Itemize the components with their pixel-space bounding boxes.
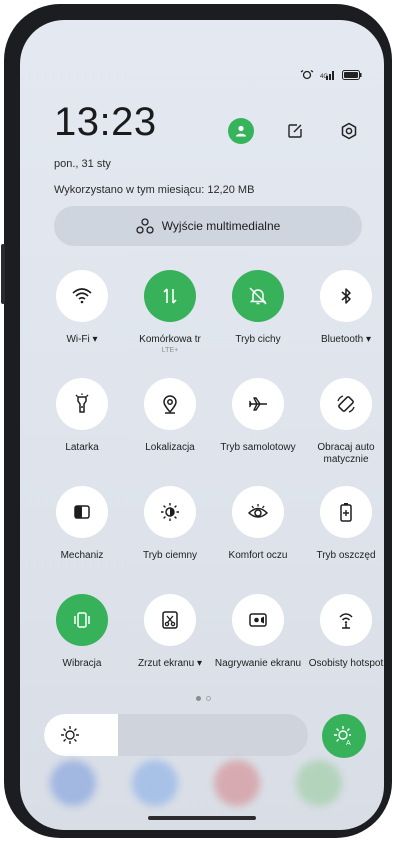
- rotate-icon: [337, 395, 355, 413]
- volume-button: [1, 244, 5, 304]
- tile-toggle[interactable]: [232, 270, 284, 322]
- settings-icon: [341, 122, 357, 140]
- tile-label: Komfort oczu: [228, 550, 288, 561]
- clock: 13:23: [54, 100, 157, 144]
- auto-brightness-button[interactable]: A: [322, 714, 366, 758]
- tile-label: Osobisty hotspot: [308, 658, 384, 669]
- tile-label: Obracaj auto matycznie: [317, 442, 375, 465]
- tile-toggle[interactable]: [232, 486, 284, 538]
- tile-battery-saver[interactable]: Tryb oszczęd: [302, 486, 384, 562]
- brightness-icon: [61, 726, 79, 744]
- flashlight-icon: [75, 393, 89, 413]
- bell-off-icon: [249, 287, 267, 305]
- bluetooth-icon: [341, 288, 351, 304]
- tile-toggle[interactable]: [56, 594, 108, 646]
- tile-toggle[interactable]: [56, 270, 108, 322]
- eye-icon: [247, 504, 269, 518]
- tile-toggle[interactable]: [320, 486, 372, 538]
- tile-label: Zrzut ekranu ▾: [138, 658, 202, 669]
- status-bar: 4G: [300, 70, 362, 80]
- control-center: 4G 13:23 pon., 31 sty Wykorzystano w tym…: [20, 20, 384, 830]
- tile-mobile-data[interactable]: Komórkowa tr LTE+: [126, 270, 214, 354]
- page-indicator: [196, 696, 211, 701]
- tile-label: Latarka: [65, 442, 99, 453]
- location-icon: [163, 395, 177, 414]
- blurred-background: [50, 760, 350, 806]
- date-label: pon., 31 sty: [54, 158, 111, 170]
- tile-screenshot[interactable]: Zrzut ekranu ▾: [126, 594, 214, 670]
- media-output-label: Wyjście multimedialne: [161, 219, 281, 233]
- tile-label: Tryb oszczęd: [316, 550, 376, 561]
- tile-toggle[interactable]: [320, 378, 372, 430]
- tile-label: Komórkowa tr: [139, 334, 201, 345]
- hotspot-icon: [339, 613, 353, 629]
- user-button[interactable]: [228, 118, 254, 144]
- battery-icon: [342, 70, 362, 80]
- tile-flashlight[interactable]: Latarka: [38, 378, 126, 454]
- tile-label: Tryb cichy: [235, 334, 281, 345]
- tile-toggle[interactable]: [232, 594, 284, 646]
- settings-button[interactable]: [336, 118, 362, 144]
- tile-label: Nagrywanie ekranu: [214, 658, 302, 669]
- tile-bluetooth[interactable]: Bluetooth ▾: [302, 270, 384, 346]
- tile-vibrate[interactable]: Wibracja: [38, 594, 126, 670]
- tile-toggle[interactable]: [56, 378, 108, 430]
- tile-label: Tryb samolotowy: [220, 442, 296, 453]
- vibrate-icon: [74, 612, 90, 628]
- tile-contrast[interactable]: Mechaniz: [38, 486, 126, 562]
- tile-wifi[interactable]: Wi-Fi ▾: [38, 270, 126, 346]
- tile-toggle[interactable]: [320, 270, 372, 322]
- tile-label: Tryb ciemny: [142, 550, 198, 561]
- home-indicator[interactable]: [148, 816, 256, 820]
- tile-label: Mechaniz: [60, 550, 104, 561]
- tile-label: Bluetooth ▾: [320, 334, 372, 345]
- phone-frame: 4G 13:23 pon., 31 sty Wykorzystano w tym…: [1, 4, 392, 838]
- tile-rotate[interactable]: Obracaj auto matycznie: [302, 378, 384, 466]
- tile-toggle[interactable]: [144, 270, 196, 322]
- tile-dark-mode[interactable]: Tryb ciemny: [126, 486, 214, 562]
- contrast-icon: [74, 505, 90, 519]
- edit-icon: [288, 124, 302, 138]
- battery-saver-icon: [340, 503, 352, 522]
- wifi-icon: [72, 288, 92, 304]
- tile-screen-record[interactable]: Nagrywanie ekranu: [214, 594, 302, 670]
- user-icon: [236, 125, 246, 137]
- alarm-icon: [300, 70, 314, 80]
- tile-toggle[interactable]: [56, 486, 108, 538]
- tile-toggle[interactable]: [144, 378, 196, 430]
- tile-toggle[interactable]: [232, 378, 284, 430]
- tile-label: Wi-Fi ▾: [66, 334, 98, 345]
- data-usage-label: Wykorzystano w tym miesiącu: 12,20 MB: [54, 184, 255, 196]
- media-output-button[interactable]: Wyjście multimedialne: [54, 206, 362, 246]
- tile-toggle[interactable]: [320, 594, 372, 646]
- edit-button[interactable]: [282, 118, 308, 144]
- brightness-slider[interactable]: [44, 714, 308, 756]
- tile-location[interactable]: Lokalizacja: [126, 378, 214, 454]
- svg-text:A: A: [346, 740, 351, 747]
- screenshot-icon: [162, 611, 178, 629]
- media-output-icon: [136, 218, 154, 234]
- screen-record-icon: [249, 613, 267, 627]
- dark-mode-icon: [161, 503, 179, 521]
- mobile-data-icon: [163, 288, 177, 304]
- tile-bell-off[interactable]: Tryb cichy: [214, 270, 302, 346]
- signal-icon: 4G: [320, 71, 334, 80]
- page-dot-active: [196, 696, 201, 701]
- tile-toggle[interactable]: [144, 594, 196, 646]
- page-dot: [206, 696, 211, 701]
- tile-toggle[interactable]: [144, 486, 196, 538]
- tile-label: Wibracja: [62, 658, 102, 669]
- tile-sublabel: LTE+: [161, 347, 179, 354]
- svg-text:4G: 4G: [320, 74, 328, 80]
- tile-eye[interactable]: Komfort oczu: [214, 486, 302, 562]
- tile-hotspot[interactable]: Osobisty hotspot: [302, 594, 384, 670]
- auto-brightness-icon: A: [334, 726, 351, 747]
- tile-airplane[interactable]: Tryb samolotowy: [214, 378, 302, 454]
- airplane-icon: [248, 397, 267, 411]
- tile-label: Lokalizacja: [145, 442, 195, 453]
- brightness-fill: [44, 714, 118, 756]
